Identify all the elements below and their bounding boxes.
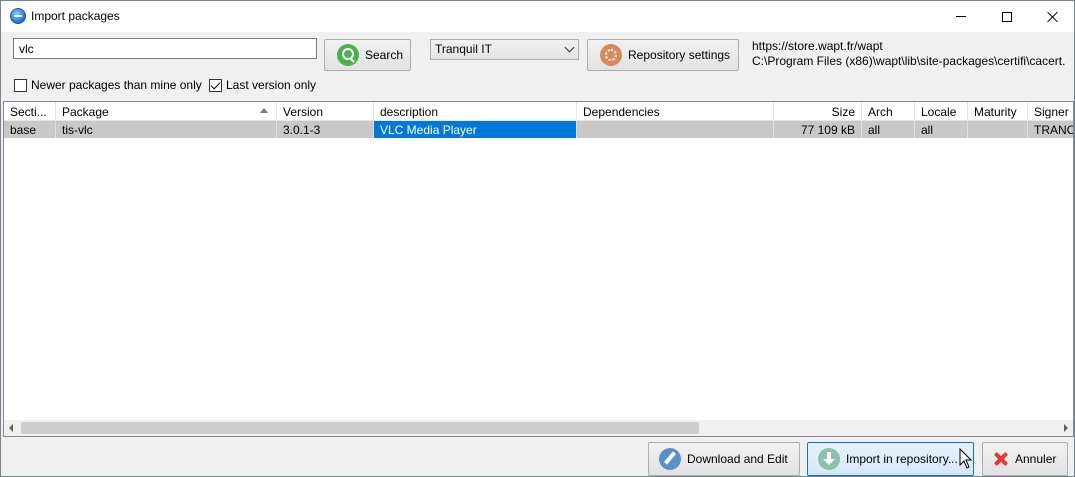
mouse-pointer-icon xyxy=(959,448,973,469)
import-packages-dialog: Import packages Search Tranquil IT Repos… xyxy=(0,0,1075,477)
column-header-package[interactable]: Package xyxy=(56,102,277,121)
table-row[interactable]: base tis-vlc 3.0.1-3 VLC Media Player 77… xyxy=(4,121,1073,138)
sort-ascending-icon xyxy=(260,108,268,113)
search-icon xyxy=(337,44,359,66)
repository-settings-label: Repository settings xyxy=(628,48,731,62)
cell-size[interactable]: 77 109 kB xyxy=(774,121,862,138)
gear-icon xyxy=(600,44,622,66)
cancel-button[interactable]: Annuler xyxy=(982,442,1068,476)
download-and-edit-button[interactable]: Download and Edit xyxy=(648,442,800,476)
newer-packages-checkbox[interactable]: Newer packages than mine only xyxy=(14,78,202,92)
chevron-down-icon xyxy=(564,42,575,53)
scroll-right-arrow-icon[interactable] xyxy=(1064,424,1068,432)
cancel-label: Annuler xyxy=(1015,452,1057,466)
cell-version[interactable]: 3.0.1-3 xyxy=(277,121,374,138)
grid-header: Secti... Package Version description Dep… xyxy=(4,102,1073,121)
column-header-package-label: Package xyxy=(62,105,109,119)
minimize-icon xyxy=(956,16,966,17)
repository-settings-button[interactable]: Repository settings xyxy=(587,39,739,71)
column-header-arch[interactable]: Arch xyxy=(862,102,915,121)
column-header-signer[interactable]: Signer xyxy=(1028,102,1073,121)
certificate-path: C:\Program Files (x86)\wapt\lib\site-pac… xyxy=(752,54,1066,68)
import-in-repository-label: Import in repository... xyxy=(846,452,958,466)
download-and-edit-label: Download and Edit xyxy=(687,452,788,466)
close-window-button[interactable] xyxy=(1030,1,1075,32)
column-header-section[interactable]: Secti... xyxy=(4,102,56,121)
wapt-globe-icon xyxy=(10,8,26,24)
search-button-label: Search xyxy=(365,48,404,62)
column-header-version[interactable]: Version xyxy=(277,102,374,121)
maximize-icon xyxy=(1002,11,1012,22)
minimize-button[interactable] xyxy=(938,1,984,32)
scrollbar-thumb[interactable] xyxy=(21,422,699,434)
cell-dependencies[interactable] xyxy=(577,121,774,138)
import-in-repository-button[interactable]: Import in repository... xyxy=(807,442,974,476)
newer-packages-label: Newer packages than mine only xyxy=(31,78,202,92)
close-icon xyxy=(1047,11,1059,23)
column-header-locale[interactable]: Locale xyxy=(915,102,968,121)
horizontal-scrollbar[interactable] xyxy=(4,420,1073,436)
repository-source-value: Tranquil IT xyxy=(435,42,492,56)
cell-description[interactable]: VLC Media Player xyxy=(374,121,577,138)
packages-grid: Secti... Package Version description Dep… xyxy=(3,101,1074,437)
cell-arch[interactable]: all xyxy=(862,121,915,138)
maximize-button[interactable] xyxy=(984,1,1030,32)
download-arrow-icon xyxy=(818,448,840,470)
repository-url: https://store.wapt.fr/wapt xyxy=(752,39,883,53)
last-version-label: Last version only xyxy=(226,78,317,92)
search-input[interactable] xyxy=(13,38,317,59)
column-header-size[interactable]: Size xyxy=(774,102,862,121)
checkbox-checked-icon xyxy=(209,78,222,92)
search-button[interactable]: Search xyxy=(324,39,411,71)
scroll-left-arrow-icon[interactable] xyxy=(9,424,13,432)
cell-locale[interactable]: all xyxy=(915,121,968,138)
cell-maturity[interactable] xyxy=(968,121,1028,138)
title-bar: Import packages xyxy=(1,1,1074,32)
cell-package[interactable]: tis-vlc xyxy=(56,121,277,138)
column-header-dependencies[interactable]: Dependencies xyxy=(577,102,774,121)
cell-signer[interactable]: TRANC xyxy=(1028,121,1073,138)
repository-source-select[interactable]: Tranquil IT xyxy=(430,39,579,60)
cancel-x-icon xyxy=(993,451,1009,467)
cell-section[interactable]: base xyxy=(4,121,56,138)
pencil-icon xyxy=(659,448,681,470)
checkbox-unchecked-icon xyxy=(14,78,27,92)
column-header-description[interactable]: description xyxy=(374,102,577,121)
window-title: Import packages xyxy=(31,9,120,23)
last-version-checkbox[interactable]: Last version only xyxy=(209,78,316,92)
column-header-maturity[interactable]: Maturity xyxy=(968,102,1028,121)
